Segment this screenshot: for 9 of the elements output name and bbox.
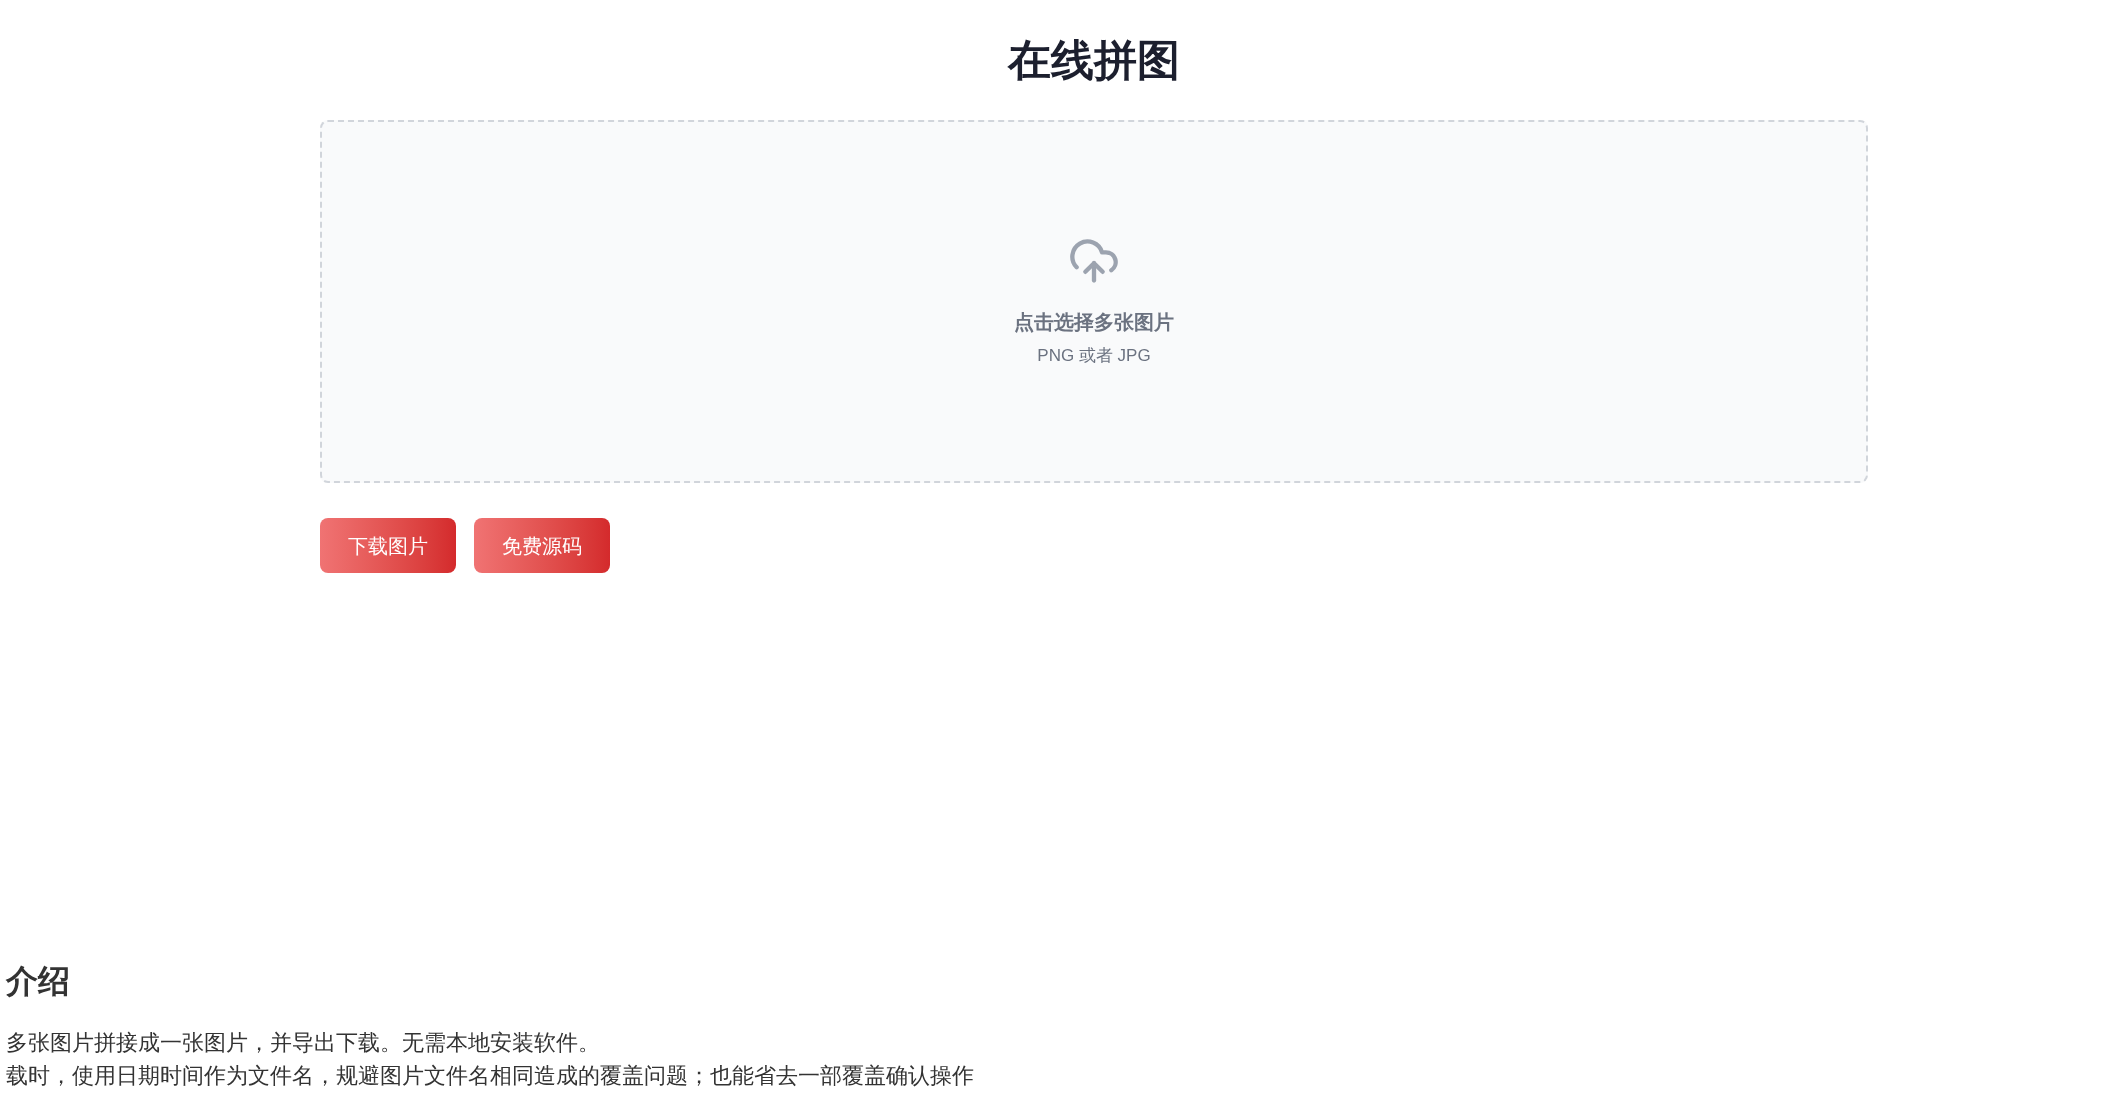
upload-dropzone[interactable]: 点击选择多张图片 PNG 或者 JPG <box>320 120 1868 483</box>
page-title: 在线拼图 <box>1008 35 1180 86</box>
action-button[interactable]: 下载图片 <box>320 518 456 573</box>
action-button[interactable]: 免费源码 <box>474 518 610 573</box>
intro-text: 载时，使用日期时间作为文件名，规避图片文件名相同造成的覆盖问题；也能省去一部覆盖确认操作 <box>6 1062 974 1090</box>
intro-text: 多张图片拼接成一张图片，并导出下载。无需本地安装软件。 <box>6 1029 600 1057</box>
file-format-hint: PNG 或者 JPG <box>1037 345 1151 367</box>
upload-prompt: 点击选择多张图片 <box>1014 310 1174 335</box>
section-heading: 介绍 <box>6 962 70 1001</box>
